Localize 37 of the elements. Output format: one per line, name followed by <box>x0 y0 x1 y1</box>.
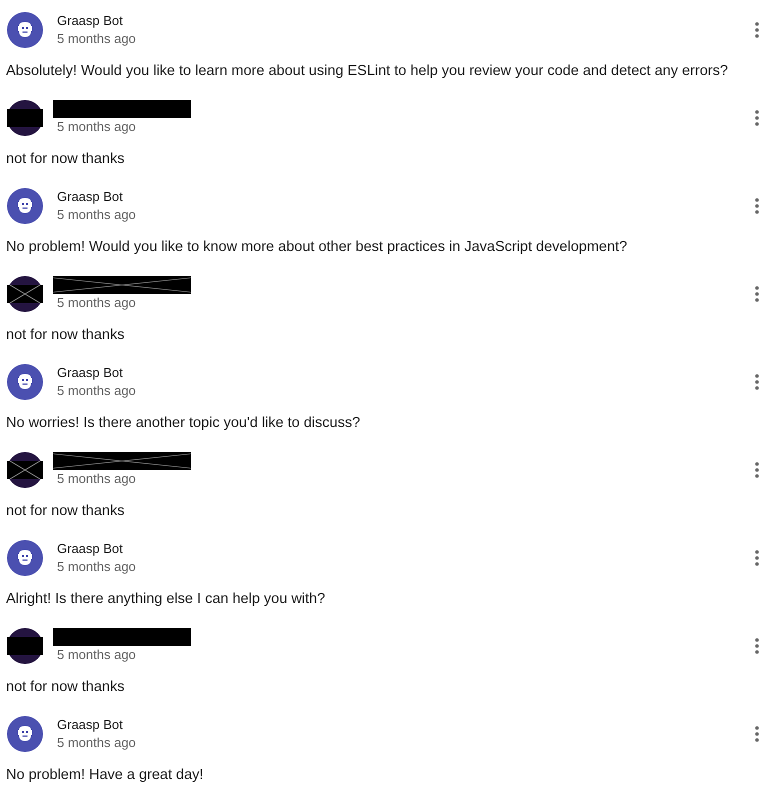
message-text: No problem! Have a great day! <box>6 766 204 785</box>
robot-avatar-icon <box>7 716 43 752</box>
more-options-icon[interactable] <box>755 197 759 215</box>
more-options-icon[interactable] <box>755 373 759 391</box>
message-text: No problem! Would you like to know more about other best practices in JavaScript development? <box>6 238 628 257</box>
robot-avatar-icon <box>7 540 43 576</box>
timestamp: 5 months ago <box>57 382 137 400</box>
timestamp: 5 months ago <box>57 118 137 136</box>
timestamp: 5 months ago <box>57 646 137 664</box>
message-text: not for now thanks <box>6 502 126 521</box>
more-options-icon[interactable] <box>755 637 759 655</box>
author-name: Graasp Bot <box>57 188 124 206</box>
robot-avatar-icon <box>7 364 43 400</box>
more-options-icon[interactable] <box>755 461 759 479</box>
message-text: not for now thanks <box>6 326 126 345</box>
timestamp: 5 months ago <box>57 294 137 312</box>
message-text: No worries! Is there another topic you'd like to discuss? <box>6 414 362 433</box>
message-text: not for now thanks <box>6 678 126 697</box>
timestamp: 5 months ago <box>57 206 137 224</box>
timestamp: 5 months ago <box>57 30 137 48</box>
more-options-icon[interactable] <box>755 285 759 303</box>
robot-avatar-icon <box>7 188 43 224</box>
timestamp: 5 months ago <box>57 734 137 752</box>
timestamp: 5 months ago <box>57 470 137 488</box>
more-options-icon[interactable] <box>755 725 759 743</box>
author-name: Graasp Bot <box>57 12 124 30</box>
author-name: Graasp Bot <box>57 716 124 734</box>
timestamp: 5 months ago <box>57 558 137 576</box>
more-options-icon[interactable] <box>755 21 759 39</box>
message-text: Absolutely! Would you like to learn more about using ESLint to help you review your code and detect any errors? <box>6 62 729 81</box>
more-options-icon[interactable] <box>755 549 759 567</box>
message-text: not for now thanks <box>6 150 126 169</box>
author-name: Graasp Bot <box>57 540 124 558</box>
robot-avatar-icon <box>7 12 43 48</box>
more-options-icon[interactable] <box>755 109 759 127</box>
message-text: Alright! Is there anything else I can help you with? <box>6 590 326 609</box>
author-name: Graasp Bot <box>57 364 124 382</box>
